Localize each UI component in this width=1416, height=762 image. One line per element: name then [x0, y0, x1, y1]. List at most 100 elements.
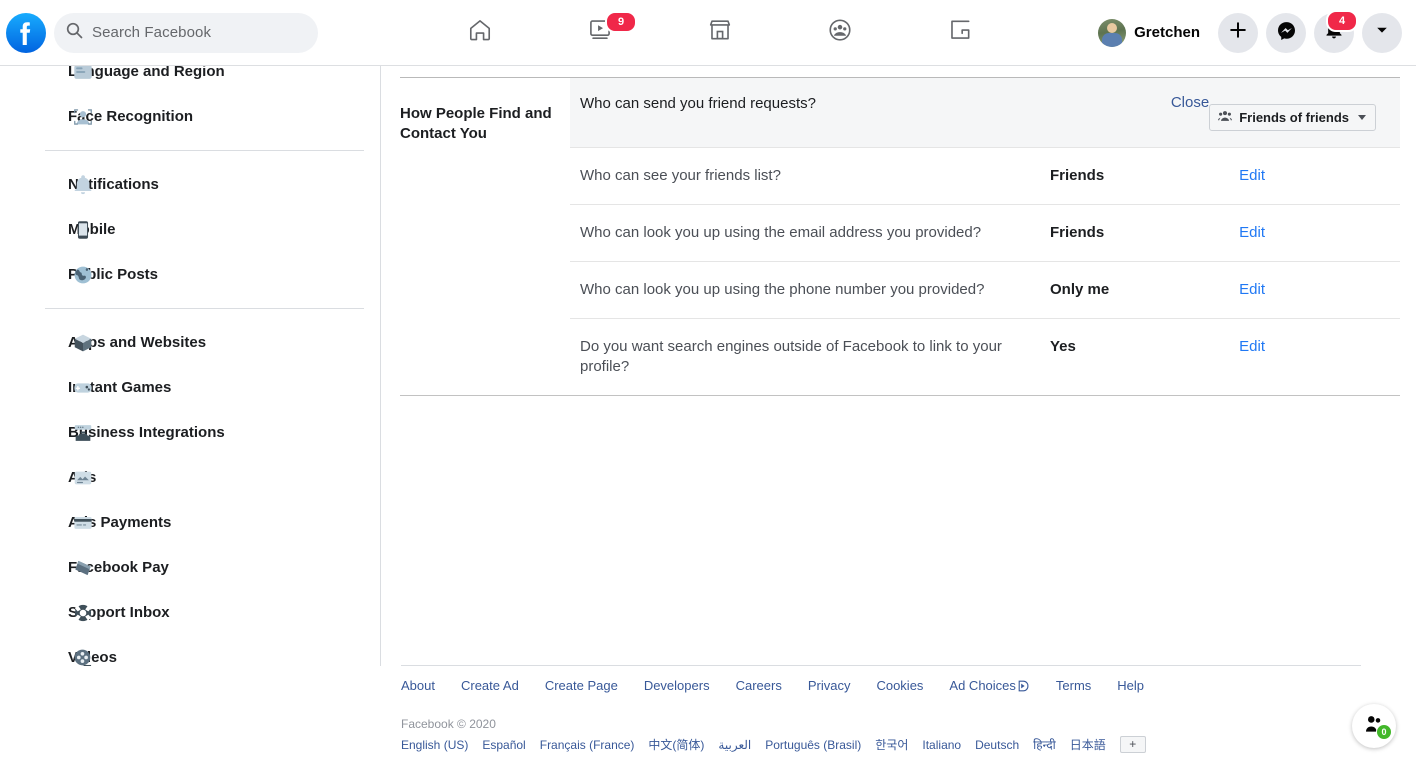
sidebar-group-3: Apps and Websites Instant Games Business…: [0, 320, 380, 666]
setting-row: Who can see your friends list? Friends E…: [570, 147, 1400, 204]
footer-link-privacy[interactable]: Privacy: [808, 678, 851, 693]
footer-link-cookies[interactable]: Cookies: [876, 678, 923, 693]
language-option-fr[interactable]: Français (France): [540, 738, 635, 752]
edit-link[interactable]: Edit: [1225, 166, 1265, 186]
setting-value: Friends: [1050, 167, 1105, 184]
settings-content: How People Find and Contact You Who can …: [381, 66, 1416, 762]
sidebar-item-language-and-region[interactable]: Language and Region: [0, 66, 380, 94]
mobile-icon: [70, 217, 96, 243]
footer-link-terms[interactable]: Terms: [1056, 678, 1091, 693]
nav-tab-gaming[interactable]: [915, 5, 1005, 61]
footer-link-ad-choices[interactable]: Ad Choices: [949, 678, 1029, 693]
footer-link-create-page[interactable]: Create Page: [545, 678, 618, 693]
language-option-hi[interactable]: हिन्दी: [1033, 736, 1056, 753]
sidebar-item-public-posts[interactable]: Public Posts: [0, 252, 380, 297]
sidebar-item-business-integrations[interactable]: Business Integrations: [0, 410, 380, 455]
messenger-button[interactable]: [1266, 12, 1306, 53]
search-input[interactable]: Search Facebook: [54, 12, 318, 53]
footer-link-careers[interactable]: Careers: [736, 678, 782, 693]
language-option-es[interactable]: Español: [482, 738, 525, 752]
sidebar-divider: [45, 308, 364, 309]
setting-row: Who can look you up using the email addr…: [570, 204, 1400, 261]
nav-tab-home[interactable]: [435, 5, 525, 61]
profile-name: Gretchen: [1134, 24, 1200, 41]
bell-icon: [70, 172, 96, 198]
groups-icon: [827, 17, 853, 48]
sidebar-item-face-recognition[interactable]: Face Recognition: [0, 94, 380, 139]
close-link[interactable]: Close: [1171, 94, 1209, 111]
nav-tab-watch[interactable]: 9: [555, 5, 645, 61]
setting-value: Only me: [1050, 281, 1110, 298]
content-bottom-rule: [400, 395, 1400, 396]
sidebar-item-ads[interactable]: Ads: [0, 455, 380, 500]
footer-link-help[interactable]: Help: [1117, 678, 1144, 693]
footer-links: About Create Ad Create Page Developers C…: [401, 666, 1361, 693]
nav-tab-marketplace[interactable]: [675, 5, 765, 61]
sidebar-item-facebook-pay[interactable]: Facebook Pay: [0, 545, 380, 590]
footer-link-create-ad[interactable]: Create Ad: [461, 678, 519, 693]
plus-icon: [1228, 20, 1248, 45]
messenger-icon: [1276, 20, 1297, 46]
setting-question: Who can send you friend requests?: [580, 95, 816, 112]
footer-link-about[interactable]: About: [401, 678, 435, 693]
sidebar-item-ads-payments[interactable]: Ads Payments: [0, 500, 380, 545]
setting-value: Yes: [1050, 338, 1076, 355]
profile-link[interactable]: Gretchen: [1094, 15, 1210, 51]
credit-card-icon: [70, 510, 96, 536]
notifications-button[interactable]: 4: [1314, 9, 1358, 53]
language-option-ko[interactable]: 한국어: [875, 736, 908, 753]
setting-question: Who can look you up using the email addr…: [580, 224, 982, 241]
create-button[interactable]: [1218, 12, 1258, 53]
sidebar-group-1: Language and Region Face Recognition: [0, 66, 380, 139]
home-icon: [467, 17, 493, 48]
edit-link[interactable]: Edit: [1225, 337, 1265, 357]
language-option-en-us[interactable]: English (US): [401, 738, 468, 752]
language-option-it[interactable]: Italiano: [922, 738, 961, 752]
edit-link[interactable]: Edit: [1225, 223, 1265, 243]
contacts-widget[interactable]: 0: [1352, 704, 1396, 748]
language-option-ar[interactable]: العربية: [718, 738, 751, 752]
setting-question: Who can see your friends list?: [580, 167, 781, 184]
content-top-rule: [400, 77, 1400, 78]
facebook-logo-icon[interactable]: [6, 12, 46, 53]
sidebar-item-support-inbox[interactable]: Support Inbox: [0, 590, 380, 635]
notifications-badge: 4: [1326, 9, 1358, 32]
nav-tab-groups[interactable]: [795, 5, 885, 61]
search-placeholder: Search Facebook: [92, 24, 212, 41]
ad-choices-label: Ad Choices: [949, 678, 1016, 693]
language-option-pt[interactable]: Português (Brasil): [765, 738, 861, 752]
sidebar-divider: [45, 150, 364, 151]
sidebar-item-apps-and-websites[interactable]: Apps and Websites: [0, 320, 380, 365]
cube-icon: [70, 330, 96, 356]
nav-right-group: Gretchen 4: [1094, 0, 1402, 65]
language-icon: [70, 66, 96, 85]
setting-row: Do you want search engines outside of Fa…: [570, 318, 1400, 395]
audience-dropdown[interactable]: Friends of friends: [1209, 104, 1376, 131]
sidebar-item-mobile[interactable]: Mobile: [0, 207, 380, 252]
sidebar-item-notifications[interactable]: Notifications: [0, 162, 380, 207]
nav-left-group: Search Facebook: [0, 12, 318, 53]
gaming-icon: [947, 17, 973, 48]
settings-sidebar: Language and Region Face Recognition Not…: [0, 66, 381, 666]
chevron-down-icon: [1374, 22, 1390, 43]
more-languages-button[interactable]: +: [1119, 736, 1146, 753]
setting-question: Do you want search engines outside of Fa…: [580, 338, 1002, 375]
language-option-de[interactable]: Deutsch: [975, 738, 1019, 752]
edit-link[interactable]: Edit: [1225, 280, 1265, 300]
language-option-zh[interactable]: 中文(简体): [648, 736, 704, 753]
wallet-icon: [70, 555, 96, 581]
avatar: [1098, 18, 1127, 47]
footer-link-developers[interactable]: Developers: [644, 678, 710, 693]
language-option-ja[interactable]: 日本語: [1070, 736, 1106, 753]
globe-icon: [70, 262, 96, 288]
sidebar-item-videos[interactable]: Videos: [0, 635, 380, 666]
top-navigation-bar: Search Facebook 9 Gretchen 4: [0, 0, 1416, 66]
dropdown-value: Friends of friends: [1239, 110, 1349, 125]
watch-badge: 9: [605, 10, 637, 33]
account-menu-button[interactable]: [1362, 12, 1402, 53]
marketplace-icon: [707, 17, 733, 48]
setting-question: Who can look you up using the phone numb…: [580, 281, 985, 298]
sidebar-group-2: Notifications Mobile Public Posts: [0, 162, 380, 297]
sidebar-item-instant-games[interactable]: Instant Games: [0, 365, 380, 410]
lifebuoy-icon: [70, 600, 96, 626]
